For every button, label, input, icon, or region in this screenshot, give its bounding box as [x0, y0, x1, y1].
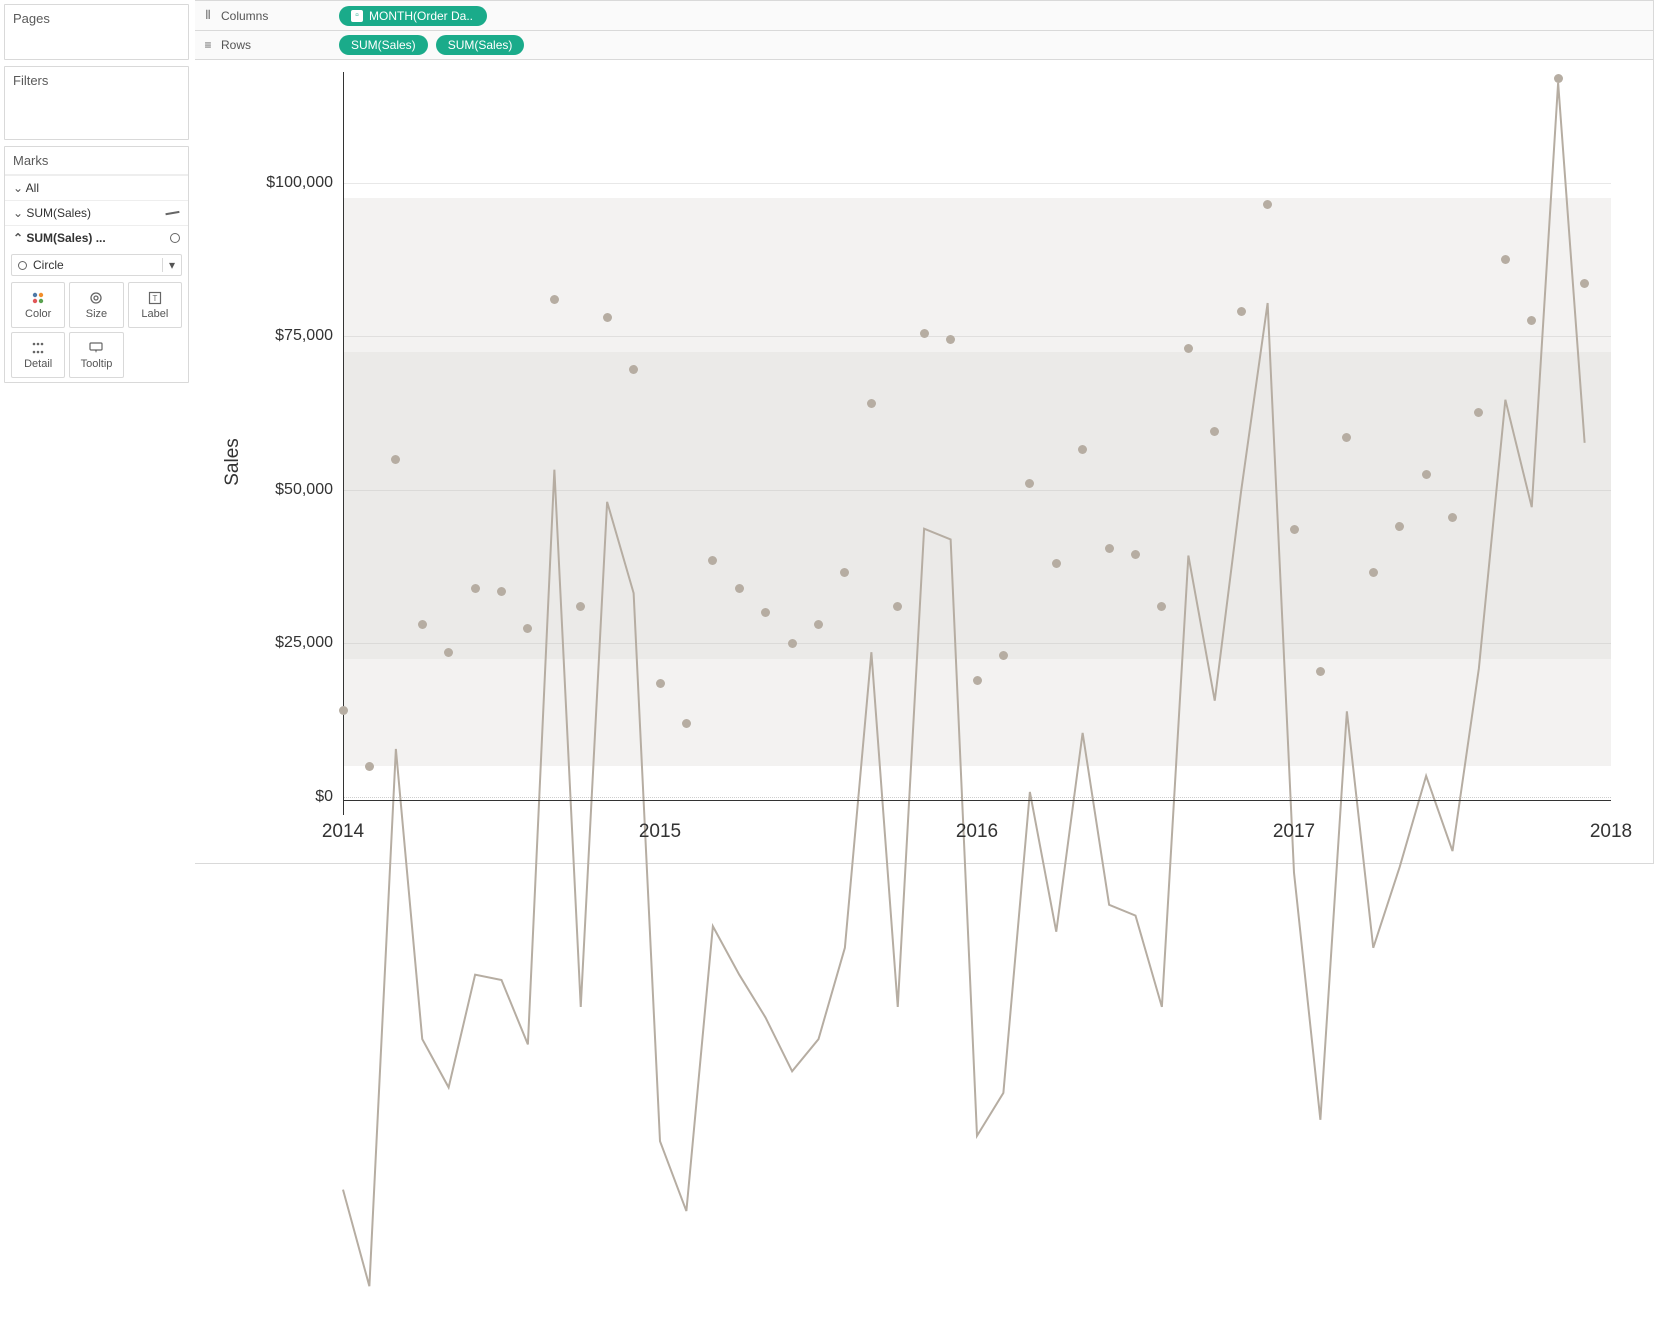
- detail-label: Detail: [24, 358, 52, 370]
- data-point[interactable]: [603, 313, 612, 322]
- marks-sum1-label: SUM(Sales): [26, 206, 91, 220]
- pages-title: Pages: [5, 5, 188, 32]
- data-point[interactable]: [1105, 544, 1114, 553]
- marks-layer-sum1[interactable]: ⌄ SUM(Sales): [5, 200, 188, 225]
- y-tick-label: $25,000: [275, 634, 333, 652]
- data-point[interactable]: [1554, 74, 1563, 83]
- y-tick-label: $50,000: [275, 481, 333, 499]
- data-point[interactable]: [920, 329, 929, 338]
- rows-pill-1[interactable]: SUM(Sales): [339, 35, 428, 55]
- rows-icon: ≡: [201, 38, 215, 52]
- size-icon: [88, 290, 104, 306]
- marks-layer-all[interactable]: ⌄ All: [5, 175, 188, 200]
- rows-pill2-label: SUM(Sales): [448, 38, 513, 52]
- data-point[interactable]: [1290, 525, 1299, 534]
- data-point[interactable]: [1184, 344, 1193, 353]
- circle-icon: [18, 261, 27, 270]
- detail-icon: [30, 340, 46, 356]
- rows-shelf-label: Rows: [221, 38, 251, 52]
- data-point[interactable]: [391, 455, 400, 464]
- columns-pill-label: MONTH(Order Da..: [369, 9, 473, 23]
- circle-type-icon: [170, 233, 180, 243]
- data-point[interactable]: [1316, 667, 1325, 676]
- data-point[interactable]: [339, 706, 348, 715]
- chart-area[interactable]: [343, 72, 1611, 797]
- data-point[interactable]: [788, 639, 797, 648]
- x-tick-label: 2014: [322, 821, 364, 843]
- x-tick-label: 2016: [956, 821, 998, 843]
- x-axis-ticks: 20142015201620172018: [343, 803, 1611, 843]
- label-button[interactable]: T Label: [128, 282, 182, 328]
- pages-panel: Pages: [4, 4, 189, 60]
- data-point[interactable]: [1263, 200, 1272, 209]
- tooltip-button[interactable]: Tooltip: [69, 332, 123, 378]
- chevron-down-icon: ▾: [162, 258, 175, 272]
- rows-pill-2[interactable]: SUM(Sales): [436, 35, 525, 55]
- y-tick-label: $0: [315, 788, 333, 806]
- marks-all-label: All: [26, 181, 39, 195]
- viz-region: Sales $0$25,000$50,000$75,000$100,000 20…: [195, 60, 1654, 864]
- color-icon: [30, 290, 46, 306]
- data-point[interactable]: [1501, 255, 1510, 264]
- data-point[interactable]: [523, 624, 532, 633]
- data-point[interactable]: [497, 587, 506, 596]
- x-tick-label: 2017: [1273, 821, 1315, 843]
- data-point[interactable]: [946, 335, 955, 344]
- data-point[interactable]: [1237, 307, 1246, 316]
- rows-pill1-label: SUM(Sales): [351, 38, 416, 52]
- x-tick-label: 2018: [1590, 821, 1632, 843]
- data-point[interactable]: [365, 762, 374, 771]
- y-axis-ticks: $0$25,000$50,000$75,000$100,000: [201, 72, 339, 797]
- size-button[interactable]: Size: [69, 282, 123, 328]
- color-button[interactable]: Color: [11, 282, 65, 328]
- data-point[interactable]: [682, 719, 691, 728]
- filters-panel: Filters: [4, 66, 189, 140]
- x-axis-line: [343, 800, 1611, 801]
- mark-type-select[interactable]: Circle ▾: [11, 254, 182, 276]
- data-point[interactable]: [1052, 559, 1061, 568]
- data-point[interactable]: [735, 584, 744, 593]
- data-point[interactable]: [656, 679, 665, 688]
- tooltip-label-text: Tooltip: [81, 358, 113, 370]
- filters-title: Filters: [5, 67, 188, 94]
- marks-panel: Marks ⌄ All ⌄ SUM(Sales) ⌃ SUM(Sales) ..…: [4, 146, 189, 383]
- data-point[interactable]: [1369, 568, 1378, 577]
- data-point[interactable]: [1131, 550, 1140, 559]
- marks-sum2-label: SUM(Sales) ...: [26, 231, 105, 245]
- data-point[interactable]: [1448, 513, 1457, 522]
- rows-shelf[interactable]: ≡ Rows SUM(Sales) SUM(Sales): [195, 30, 1654, 60]
- data-point[interactable]: [1422, 470, 1431, 479]
- y-tick-label: $100,000: [266, 174, 333, 192]
- x-tick-label: 2015: [639, 821, 681, 843]
- tooltip-icon: [88, 340, 104, 356]
- columns-shelf[interactable]: ⦀ Columns ▫ MONTH(Order Da..: [195, 0, 1654, 30]
- svg-text:T: T: [152, 294, 157, 303]
- data-point[interactable]: [973, 676, 982, 685]
- label-icon: T: [147, 290, 163, 306]
- chevron-down-icon: ⌄: [13, 206, 23, 220]
- columns-pill-month[interactable]: ▫ MONTH(Order Da..: [339, 6, 487, 26]
- mark-type-label: Circle: [33, 258, 64, 272]
- size-label: Size: [86, 308, 107, 320]
- data-point[interactable]: [471, 584, 480, 593]
- marks-title: Marks: [5, 147, 188, 175]
- columns-icon: ⦀: [201, 8, 215, 23]
- color-label: Color: [25, 308, 51, 320]
- detail-button[interactable]: Detail: [11, 332, 65, 378]
- chevron-up-icon: ⌃: [13, 231, 23, 245]
- label-label: Label: [141, 308, 168, 320]
- line-type-icon: [166, 208, 180, 218]
- line-chart: [343, 72, 1611, 1340]
- data-point[interactable]: [550, 295, 559, 304]
- expand-icon: ▫: [351, 10, 363, 22]
- y-tick-label: $75,000: [275, 327, 333, 345]
- columns-shelf-label: Columns: [221, 9, 268, 23]
- marks-layer-sum2[interactable]: ⌃ SUM(Sales) ...: [5, 225, 188, 250]
- chevron-down-icon: ⌄: [13, 181, 23, 195]
